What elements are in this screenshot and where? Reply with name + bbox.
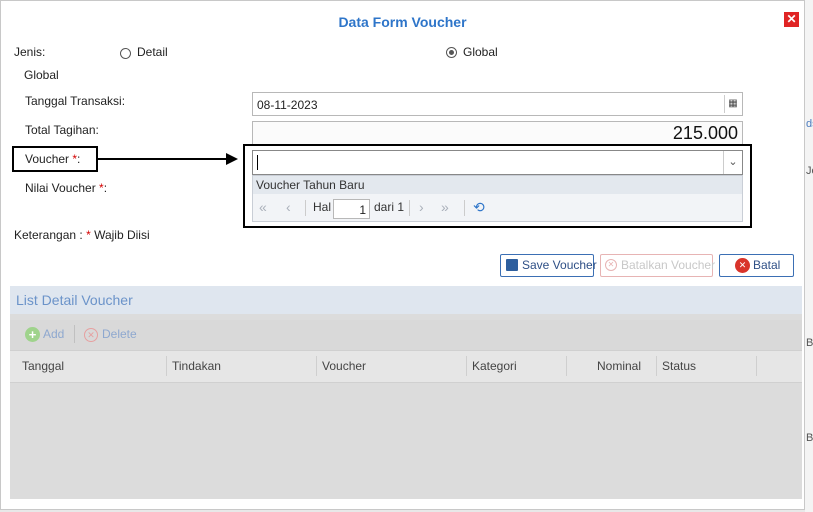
delete-icon[interactable]: ✕	[84, 328, 98, 342]
column-separator	[756, 356, 757, 376]
batal-button[interactable]: ✕ Batal	[719, 254, 794, 277]
last-page-icon[interactable]: »	[441, 199, 449, 215]
voucher-combobox[interactable]: ⌄	[252, 150, 743, 175]
save-voucher-button[interactable]: Save Voucher	[500, 254, 597, 277]
tanggal-field[interactable]: 08-11-2023 ▦	[252, 92, 743, 116]
column-separator	[316, 356, 317, 376]
dropdown-option[interactable]: Voucher Tahun Baru	[253, 176, 742, 194]
save-icon	[506, 259, 518, 271]
total-value: 215.000	[672, 123, 738, 143]
column-header[interactable]: Tanggal	[22, 359, 64, 373]
text-caret	[257, 155, 258, 170]
close-icon: ✕	[735, 258, 750, 273]
list-title: List Detail Voucher	[16, 292, 133, 308]
column-separator	[566, 356, 567, 376]
dialog-title: Data Form Voucher	[338, 14, 467, 30]
delete-button[interactable]: Delete	[102, 327, 137, 341]
pager-separator	[409, 200, 410, 216]
background-text: Je	[806, 165, 813, 177]
batalkan-voucher-button[interactable]: ✕ Batalkan Voucher	[600, 254, 715, 277]
callout-arrow	[97, 158, 227, 160]
prev-page-icon[interactable]: ‹	[286, 199, 291, 215]
column-separator	[656, 356, 657, 376]
column-header[interactable]: Voucher	[322, 359, 366, 373]
background-text: Bl	[806, 337, 813, 349]
pager-separator	[305, 200, 306, 216]
total-label: Total Tagihan:	[25, 123, 99, 137]
pager-separator	[464, 200, 465, 216]
nilai-label: Nilai Voucher *:	[25, 181, 108, 195]
page-label: Hal	[313, 200, 332, 214]
chevron-down-icon[interactable]: ⌄	[723, 151, 742, 174]
next-page-icon[interactable]: ›	[419, 199, 424, 215]
column-header[interactable]: Nominal	[597, 359, 641, 373]
jenis-value: Global	[24, 68, 59, 82]
cancel-icon: ✕	[605, 259, 617, 271]
total-field: 215.000	[252, 121, 743, 146]
column-header[interactable]: Status	[662, 359, 696, 373]
voucher-label: Voucher *:	[25, 152, 81, 166]
page-input[interactable]: 1	[333, 199, 370, 219]
close-icon[interactable]: ✕	[784, 12, 799, 27]
add-icon[interactable]: +	[25, 327, 40, 342]
column-header[interactable]: Kategori	[472, 359, 517, 373]
callout-arrow-head	[226, 153, 238, 165]
keterangan-note: Keterangan : * Wajib Diisi	[14, 228, 150, 242]
jenis-label: Jenis:	[14, 45, 46, 59]
radio-detail[interactable]	[120, 48, 131, 59]
toolbar-separator	[74, 325, 75, 343]
radio-global-label[interactable]: Global	[463, 45, 498, 59]
radio-global[interactable]	[446, 47, 457, 58]
background-text: ds	[806, 118, 813, 130]
calendar-icon[interactable]: ▦	[724, 95, 741, 113]
list-panel	[10, 286, 802, 499]
tanggal-value: 08-11-2023	[257, 98, 318, 112]
column-separator	[466, 356, 467, 376]
page-total: dari 1	[374, 200, 405, 214]
radio-detail-label[interactable]: Detail	[137, 45, 168, 59]
refresh-icon[interactable]: ⟲	[473, 199, 485, 216]
page-number: 1	[359, 203, 366, 217]
tanggal-label: Tanggal Transaksi:	[25, 94, 126, 108]
background-text: Bl	[806, 432, 813, 444]
column-header[interactable]: Tindakan	[172, 359, 221, 373]
first-page-icon[interactable]: «	[259, 199, 267, 215]
column-separator	[166, 356, 167, 376]
add-button[interactable]: Add	[43, 327, 64, 341]
